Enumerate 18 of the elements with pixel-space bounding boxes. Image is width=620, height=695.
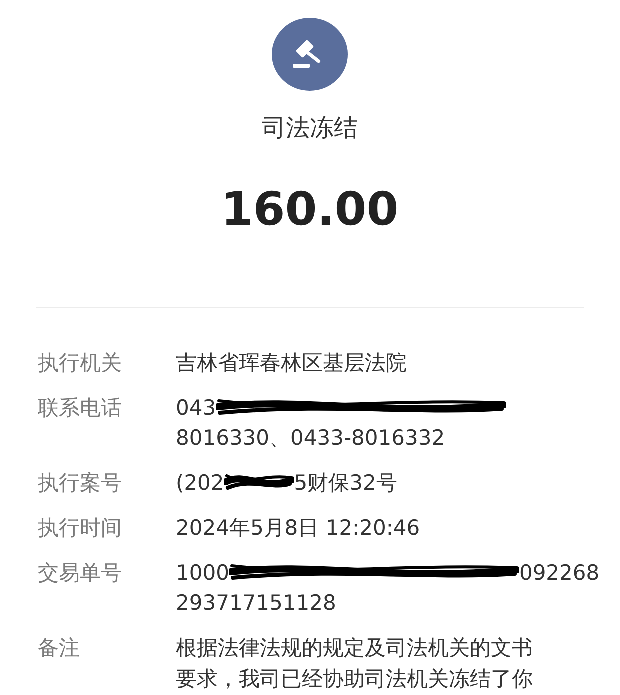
status-title: 司法冻结 bbox=[262, 113, 358, 144]
detail-label: 执行案号 bbox=[38, 470, 123, 497]
detail-value: 043 bbox=[176, 395, 216, 422]
detail-value: 8016330、0433-8016332 bbox=[176, 425, 446, 452]
detail-value: 2024年5月8日 12:20:46 bbox=[176, 515, 420, 542]
detail-label: 执行机关 bbox=[38, 350, 123, 377]
detail-value: (202 bbox=[176, 470, 224, 497]
detail-label: 联系电话 bbox=[38, 395, 123, 422]
detail-value: 5财保32号 bbox=[294, 470, 398, 497]
amount: 160.00 bbox=[221, 181, 399, 238]
detail-value: 1000 bbox=[176, 560, 230, 587]
detail-label: 备注 bbox=[38, 635, 81, 662]
detail-value: 吉林省珲春林区基层法院 bbox=[176, 350, 407, 377]
detail-label: 执行时间 bbox=[38, 515, 123, 542]
detail-value: 293717151128 bbox=[176, 590, 336, 617]
detail-label: 交易单号 bbox=[38, 560, 123, 587]
remark-text: 根据法律法规的规定及司法机关的文书要求，我司已经协助司法机关冻结了你 bbox=[176, 635, 534, 693]
detail-value: 092268 bbox=[519, 560, 600, 587]
